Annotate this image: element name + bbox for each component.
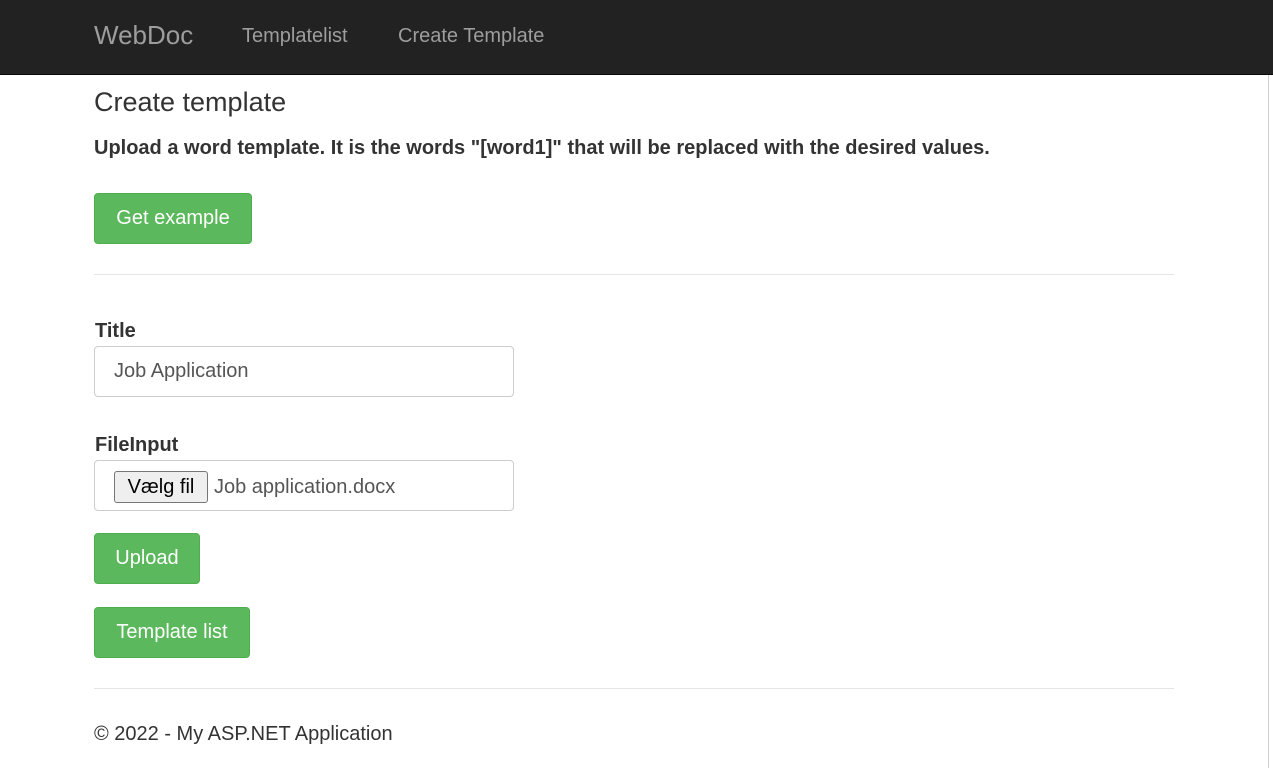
choose-file-button[interactable]: Vælg fil — [114, 471, 208, 503]
nav-link-templatelist[interactable]: Templatelist — [242, 24, 348, 48]
upload-description: Upload a word template. It is the words … — [94, 137, 990, 159]
divider — [94, 274, 1174, 275]
brand-link[interactable]: WebDoc — [94, 19, 193, 51]
page-title: Create template — [94, 87, 287, 117]
get-example-button[interactable]: Get example — [94, 193, 252, 244]
footer-text: © 2022 - My ASP.NET Application — [94, 723, 393, 745]
upload-button[interactable]: Upload — [94, 533, 200, 584]
selected-file-name: Job application.docx — [214, 476, 396, 498]
template-list-button[interactable]: Template list — [94, 607, 250, 658]
window-scrollbar-edge — [1268, 75, 1273, 768]
title-label: Title — [95, 320, 136, 342]
nav-link-create-template[interactable]: Create Template — [398, 24, 544, 48]
title-input[interactable] — [94, 346, 514, 397]
top-navbar: WebDoc Templatelist Create Template — [0, 0, 1273, 75]
footer-divider — [94, 688, 1174, 689]
file-input[interactable]: Vælg fil Job application.docx — [94, 460, 514, 511]
file-input-label: FileInput — [95, 434, 179, 456]
